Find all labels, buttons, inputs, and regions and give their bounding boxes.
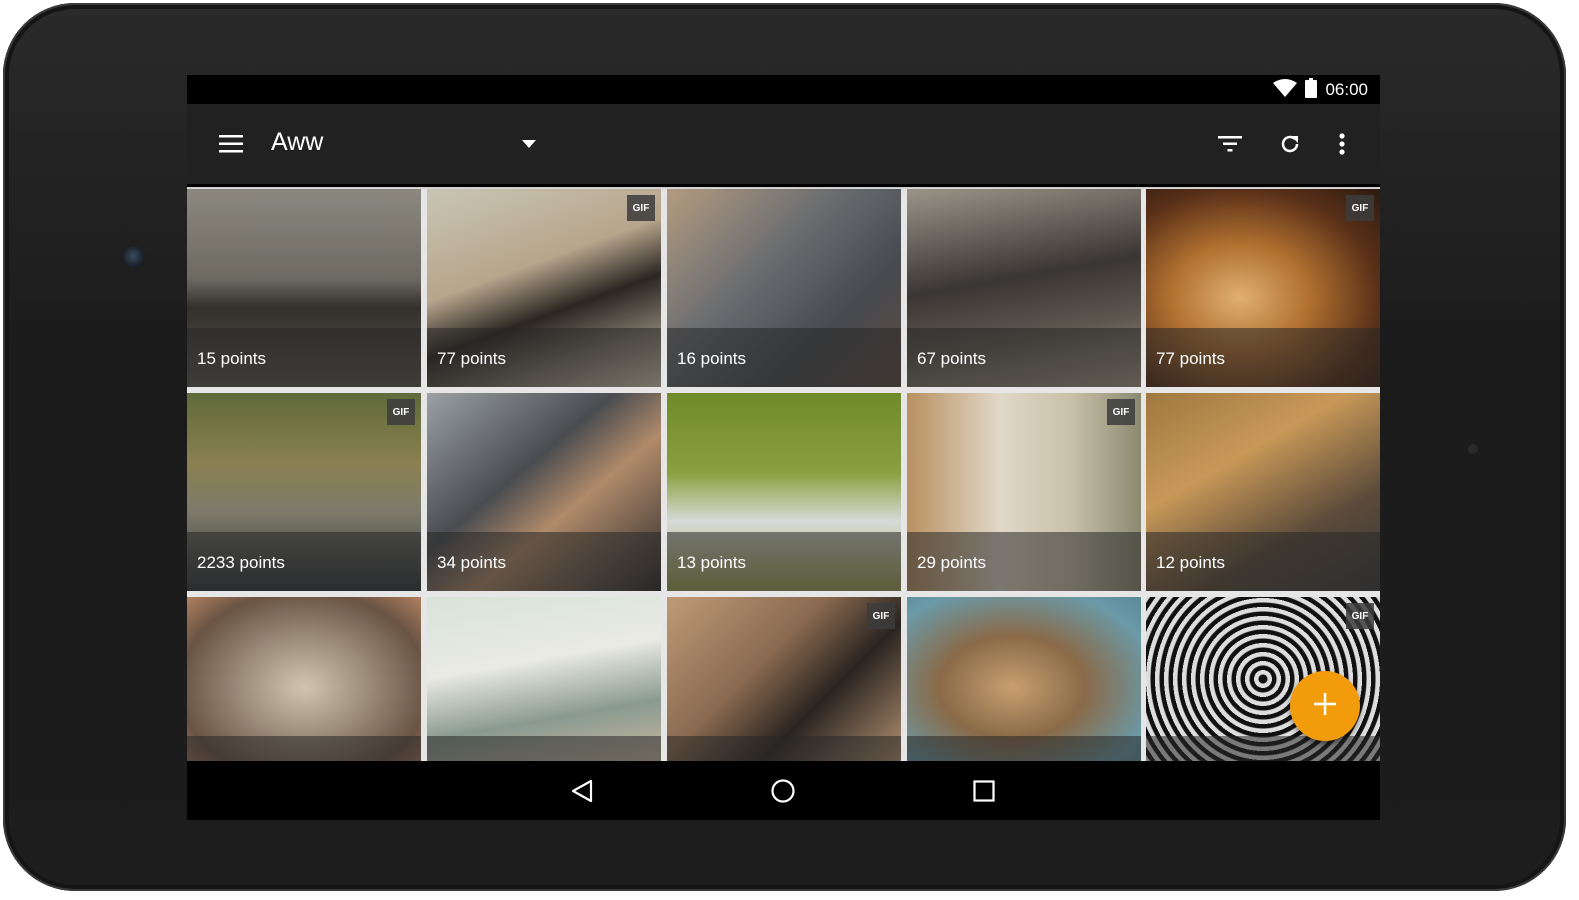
post-points: 29 points: [917, 553, 986, 572]
screen: 06:00 Aww 15 points GIF 77 points 16 poi…: [187, 75, 1380, 820]
post-tile[interactable]: 12 points: [1146, 393, 1380, 591]
tile-overlay: [427, 736, 661, 761]
post-tile[interactable]: 34 points: [427, 393, 661, 591]
post-tile[interactable]: [907, 597, 1141, 761]
post-points: 77 points: [1156, 349, 1225, 368]
post-points: 12 points: [1156, 553, 1225, 572]
tile-overlay: [667, 736, 901, 761]
post-points: 67 points: [917, 349, 986, 368]
home-icon[interactable]: [761, 769, 805, 813]
tile-overlay: [187, 736, 421, 761]
app-toolbar: Aww: [187, 104, 1380, 184]
gif-badge: GIF: [1107, 399, 1135, 425]
post-points: 34 points: [437, 553, 506, 572]
post-points: 2233 points: [197, 553, 285, 572]
post-tile[interactable]: GIF: [667, 597, 901, 761]
post-points: 15 points: [197, 349, 266, 368]
navigation-bar: [187, 761, 1380, 820]
post-points: 13 points: [677, 553, 746, 572]
gif-badge: GIF: [867, 603, 895, 629]
refresh-icon[interactable]: [1268, 122, 1312, 166]
add-post-button[interactable]: [1290, 671, 1360, 741]
plus-icon: [1314, 692, 1336, 720]
subreddit-title[interactable]: Aww: [271, 128, 323, 157]
status-bar: 06:00: [187, 75, 1380, 104]
menu-icon[interactable]: [209, 122, 253, 166]
gif-badge: GIF: [1346, 195, 1374, 221]
post-grid: 15 points GIF 77 points 16 points 67 poi…: [187, 187, 1380, 761]
post-points: 16 points: [677, 349, 746, 368]
gif-badge: GIF: [627, 195, 655, 221]
post-tile[interactable]: GIF 2233 points: [187, 393, 421, 591]
post-tile[interactable]: 13 points: [667, 393, 901, 591]
dropdown-arrow-icon[interactable]: [507, 122, 551, 166]
post-tile[interactable]: GIF 77 points: [427, 189, 661, 387]
post-points: 77 points: [437, 349, 506, 368]
post-tile[interactable]: 15 points: [187, 189, 421, 387]
battery-icon: [1305, 77, 1318, 103]
more-vert-icon[interactable]: [1320, 122, 1364, 166]
post-tile[interactable]: GIF 29 points: [907, 393, 1141, 591]
status-time: 06:00: [1325, 80, 1368, 99]
back-icon[interactable]: [560, 769, 604, 813]
post-tile[interactable]: 16 points: [667, 189, 901, 387]
post-tile[interactable]: [187, 597, 421, 761]
gif-badge: GIF: [1346, 603, 1374, 629]
post-tile[interactable]: 67 points: [907, 189, 1141, 387]
tile-overlay: [1146, 736, 1380, 761]
front-camera: [123, 246, 145, 268]
gif-badge: GIF: [387, 399, 415, 425]
post-tile[interactable]: GIF 77 points: [1146, 189, 1380, 387]
wifi-icon: [1273, 78, 1298, 102]
recents-icon[interactable]: [962, 769, 1006, 813]
light-sensor: [1468, 444, 1478, 454]
filter-icon[interactable]: [1208, 122, 1252, 166]
tile-overlay: [907, 736, 1141, 761]
post-tile[interactable]: [427, 597, 661, 761]
